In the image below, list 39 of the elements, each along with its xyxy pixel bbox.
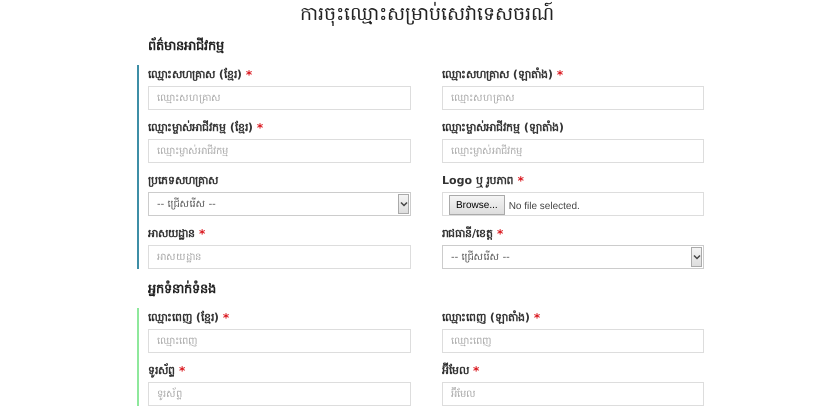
field-label: អ៊ីមែល	[442, 362, 469, 378]
required-mark: *	[246, 68, 252, 82]
field-label: ប្រភេទសហគ្រាស	[148, 172, 218, 188]
required-mark: *	[179, 364, 186, 378]
required-mark: *	[497, 226, 504, 240]
field-label: ឈ្មោះម្ចាស់អាជីវកម្ម (ខ្មែរ)	[148, 120, 253, 136]
input-field[interactable]: អាសយដ្ឋាន	[148, 245, 411, 269]
input-field[interactable]: ទូរស័ព្ទ	[148, 382, 411, 406]
input-field[interactable]: ឈ្មោះម្ចាស់អាជីវកម្ម	[148, 139, 411, 163]
field-label: ឈ្មោះពេញ (ឡាតាំង)	[442, 310, 530, 326]
field-label: ឈ្មោះសហគ្រាស (ឡាតាំង)	[442, 66, 553, 82]
required-mark: *	[518, 174, 524, 188]
field-label: ទូរស័ព្ទ	[148, 362, 175, 378]
dropdown[interactable]: -- ជ្រើសរើស --	[442, 245, 704, 269]
browse-button[interactable]: Browse...	[449, 195, 505, 215]
file-field[interactable]: Browse... No file selected.	[442, 192, 704, 216]
section-heading: ព័ត៌មានអាជីវកម្ម	[148, 38, 225, 56]
field-label: ឈ្មោះសហគ្រាស (ខ្មែរ)	[148, 66, 242, 82]
required-mark: *	[534, 310, 540, 324]
file-status-text: No file selected.	[508, 201, 580, 212]
input-field[interactable]: ឈ្មោះពេញ	[148, 329, 411, 353]
dropdown[interactable]: -- ជ្រើសរើស --	[148, 192, 411, 216]
field-label: អាសយដ្ឋាន	[148, 226, 195, 242]
required-mark: *	[222, 310, 230, 324]
page-title: ការចុះឈ្មោះសម្រាប់សេវាទេសចរណ៍	[299, 2, 555, 26]
field-label: ឈ្មោះពេញ (ខ្មែរ)	[148, 310, 219, 326]
required-mark: *	[556, 68, 564, 82]
input-field[interactable]: ឈ្មោះពេញ	[442, 329, 704, 353]
field-label: Logo ឬ រូបភាព	[442, 172, 514, 188]
field-label: ឈ្មោះម្ចាស់អាជីវកម្ម (ឡាតាំង)	[442, 120, 564, 136]
required-mark: *	[199, 226, 206, 240]
input-field[interactable]: ឈ្មោះសហគ្រាស	[442, 86, 704, 110]
input-field[interactable]: អ៊ីមែល	[442, 382, 704, 406]
field-label: រាជធានី/ខេត្ត	[442, 226, 494, 242]
required-mark: *	[256, 120, 264, 134]
required-mark: *	[473, 364, 480, 378]
input-field[interactable]: ឈ្មោះសហគ្រាស	[148, 86, 411, 110]
section-heading: អ្នកទំនាក់ទំនង	[148, 281, 217, 299]
input-field[interactable]: ឈ្មោះម្ចាស់អាជីវកម្ម	[442, 139, 704, 163]
